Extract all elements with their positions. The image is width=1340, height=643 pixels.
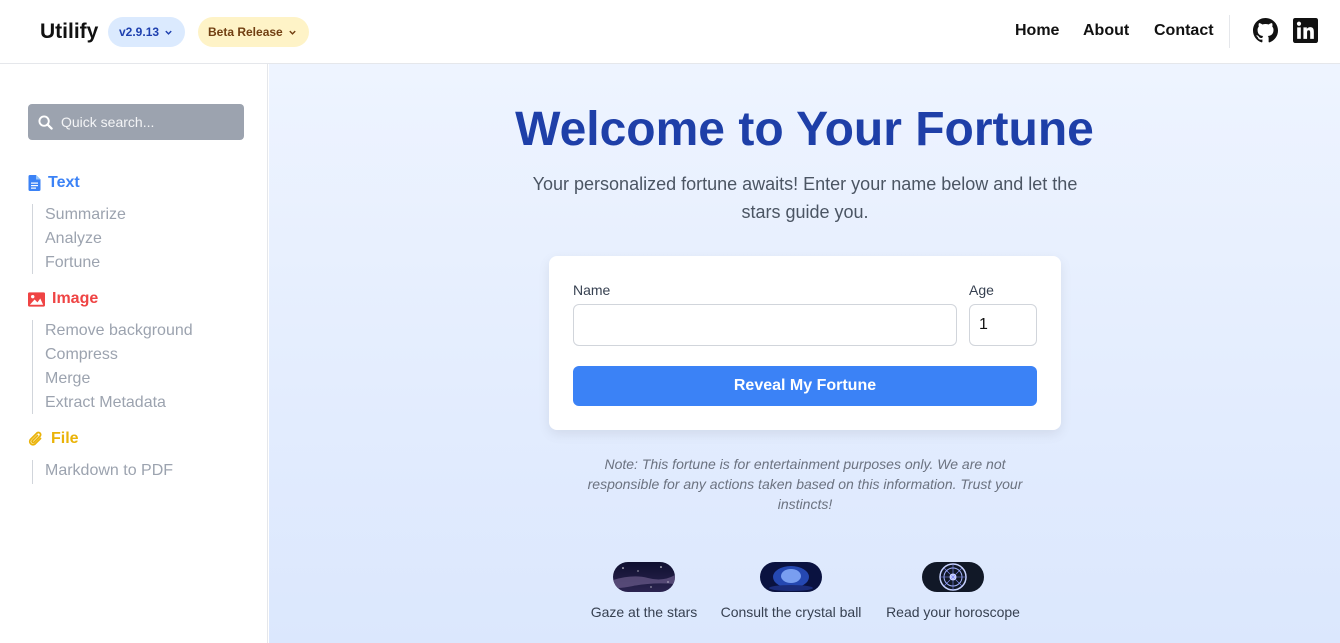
nav-about-link[interactable]: About — [1083, 22, 1129, 40]
feature-crystal-ball[interactable]: Consult the crystal ball — [718, 562, 864, 620]
category-divider-line — [32, 320, 33, 414]
sidebar-item-markdown-to-pdf[interactable]: Markdown to PDF — [45, 462, 173, 480]
category-divider-line — [32, 460, 33, 484]
beta-label: Beta Release — [208, 25, 283, 39]
age-input[interactable] — [969, 304, 1037, 346]
search-input[interactable] — [61, 114, 231, 130]
brand-logo[interactable]: Utilify — [40, 20, 98, 44]
search-icon — [38, 114, 53, 130]
file-text-icon — [28, 175, 41, 191]
search-box[interactable] — [28, 104, 244, 140]
version-label: v2.9.13 — [119, 25, 160, 39]
sidebar-item-extract-metadata[interactable]: Extract Metadata — [45, 394, 166, 412]
feature-stars[interactable]: Gaze at the stars — [591, 562, 697, 620]
sidebar-category-label: Image — [52, 290, 99, 307]
beta-release-dropdown[interactable]: Beta Release — [198, 17, 309, 47]
chevron-down-icon — [165, 30, 172, 35]
zodiac-wheel-image — [922, 562, 984, 592]
starry-sky-image — [613, 562, 675, 592]
sidebar: Text Summarize Analyze Fortune Image Rem… — [0, 64, 268, 643]
category-divider-line — [32, 204, 33, 274]
main-content: Welcome to Your Fortune Your personalize… — [269, 64, 1340, 643]
paperclip-icon — [28, 431, 42, 446]
feature-label: Gaze at the stars — [590, 604, 698, 620]
sidebar-category-label: Text — [48, 174, 80, 191]
sidebar-item-fortune[interactable]: Fortune — [45, 254, 100, 272]
top-navbar: Utilify v2.9.13 Beta Release Home About … — [0, 0, 1340, 64]
disclaimer-note: Note: This fortune is for entertainment … — [587, 456, 1023, 512]
github-icon[interactable] — [1253, 18, 1278, 43]
page-subtitle: Your personalized fortune awaits! Enter … — [532, 174, 1078, 222]
sidebar-item-merge[interactable]: Merge — [45, 370, 90, 388]
linkedin-icon[interactable] — [1293, 18, 1318, 43]
name-label: Name — [573, 282, 611, 298]
image-icon — [28, 291, 45, 307]
sidebar-item-summarize[interactable]: Summarize — [45, 206, 126, 224]
feature-horoscope[interactable]: Read your horoscope — [884, 562, 1022, 620]
nav-contact-link[interactable]: Contact — [1154, 22, 1214, 40]
nav-divider — [1229, 15, 1230, 48]
feature-label: Consult the crystal ball — [720, 604, 862, 620]
sidebar-item-compress[interactable]: Compress — [45, 346, 118, 364]
feature-label: Read your horoscope — [886, 604, 1020, 620]
sidebar-item-remove-background[interactable]: Remove background — [45, 322, 193, 340]
sidebar-category-label: File — [51, 430, 79, 447]
page-title: Welcome to Your Fortune — [515, 103, 1094, 156]
fortune-form-card: Name Age Reveal My Fortune — [549, 256, 1061, 430]
sidebar-category-image[interactable]: Image — [28, 290, 98, 308]
age-label: Age — [969, 282, 994, 298]
sidebar-item-analyze[interactable]: Analyze — [45, 230, 102, 248]
sidebar-category-file[interactable]: File — [28, 430, 79, 448]
name-input[interactable] — [573, 304, 957, 346]
nav-home-link[interactable]: Home — [1015, 22, 1059, 40]
chevron-down-icon — [289, 30, 296, 35]
sidebar-category-text[interactable]: Text — [28, 174, 80, 192]
crystal-ball-image — [760, 562, 822, 592]
reveal-fortune-button[interactable]: Reveal My Fortune — [573, 366, 1037, 406]
version-dropdown[interactable]: v2.9.13 — [108, 17, 186, 47]
